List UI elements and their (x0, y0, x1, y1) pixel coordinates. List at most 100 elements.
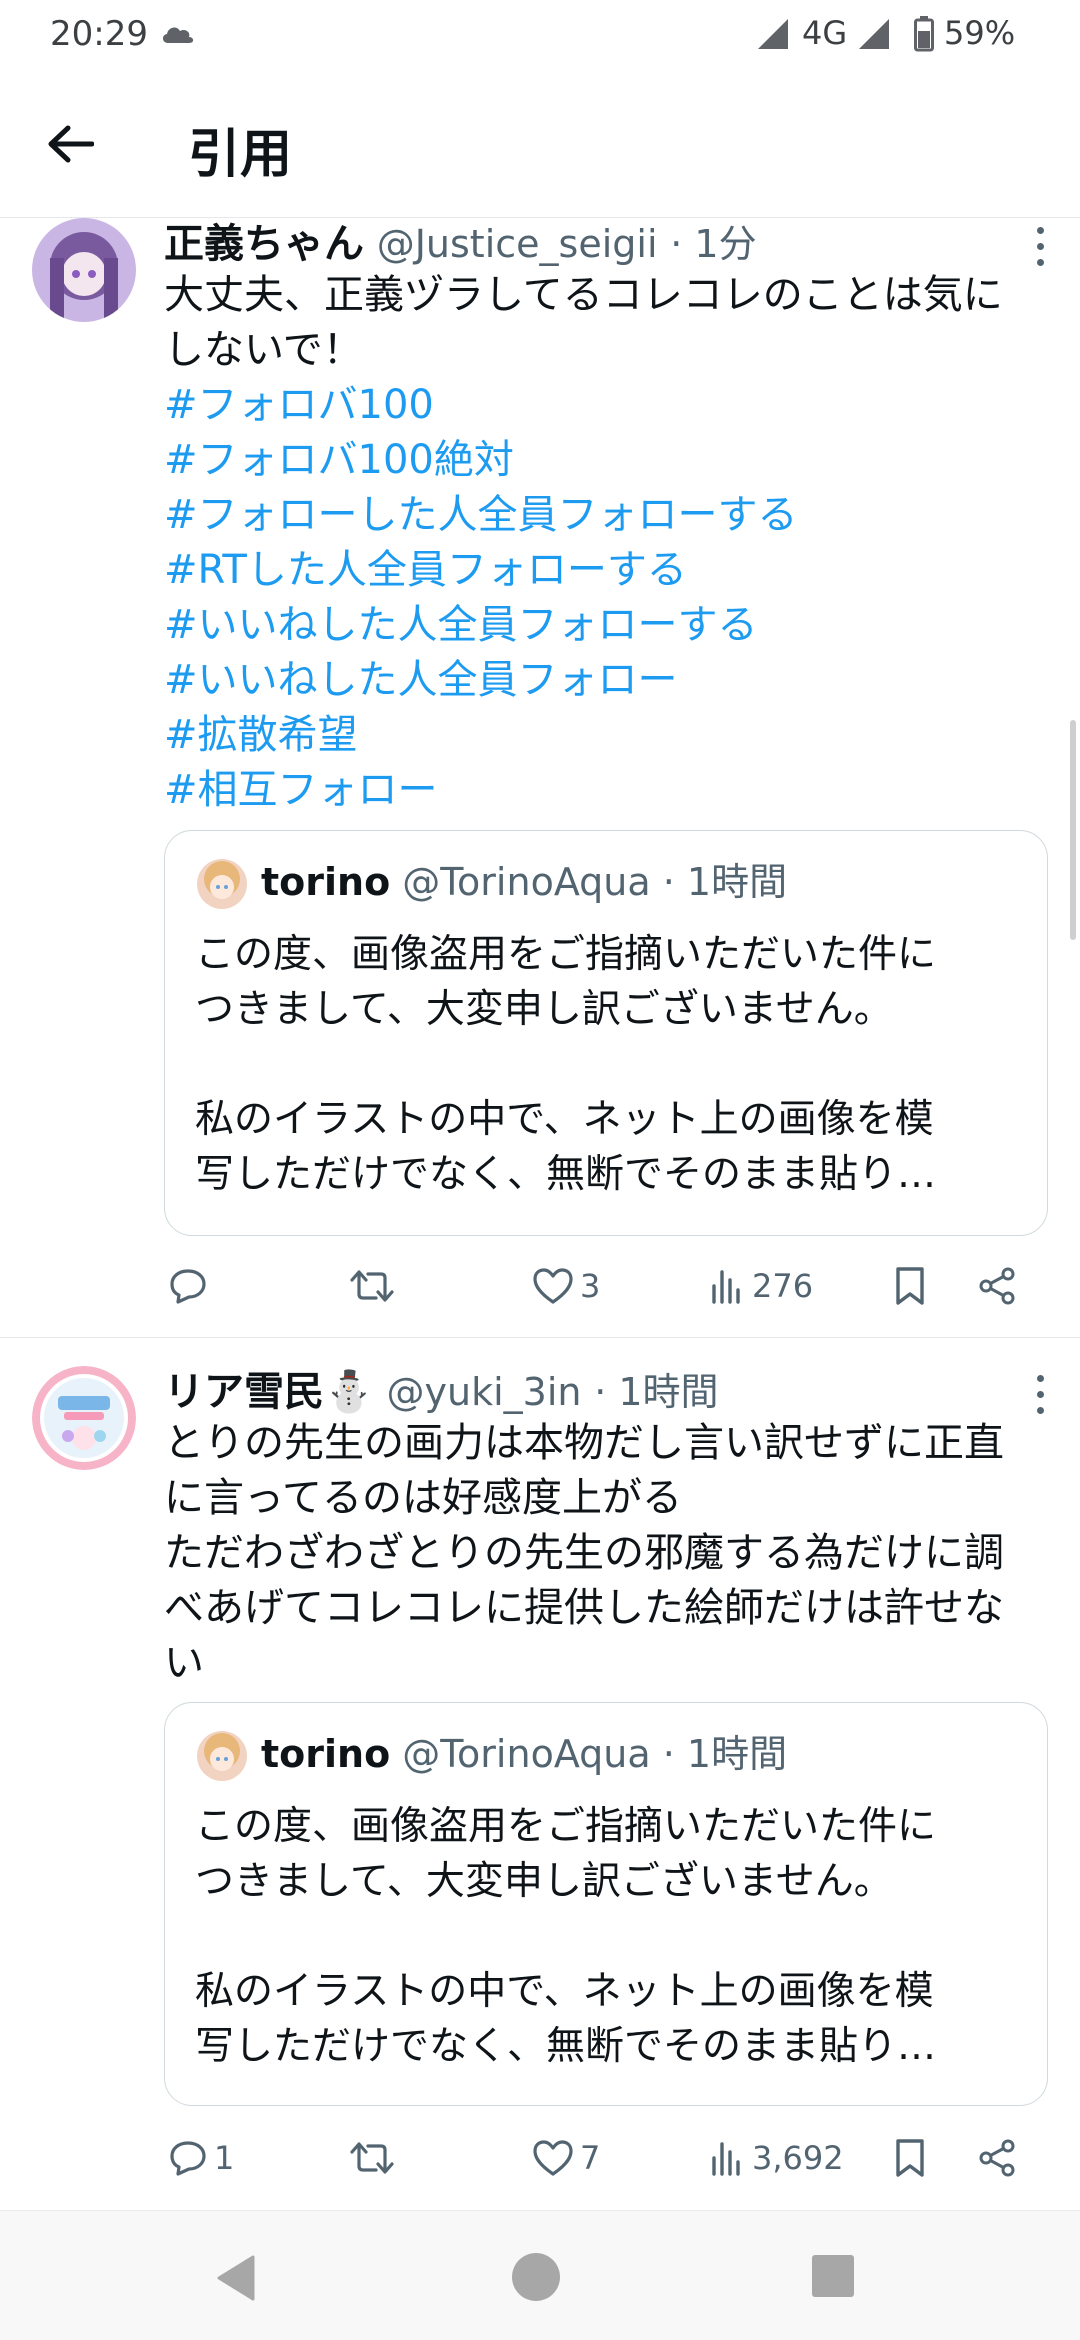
hashtag-link[interactable]: #いいねした人全員フォロー (164, 653, 1054, 708)
retweet-button[interactable] (348, 2128, 402, 2188)
quoted-tweet[interactable]: torino @TorinoAqua · 1時間 この度、画像盗用をご指摘いただ… (164, 830, 1048, 1236)
quoted-text-line: つきまして、大変申し訳ございません。 (195, 1859, 893, 1904)
bookmark-button[interactable] (892, 2128, 928, 2188)
cloud-icon (162, 27, 194, 43)
reply-icon (170, 1269, 206, 1304)
avatar-image (32, 1366, 136, 1470)
like-count: 3 (580, 1267, 601, 1305)
like-count: 7 (580, 2139, 601, 2177)
bookmark-icon (896, 1267, 924, 1305)
quoted-avatar-image (197, 859, 247, 909)
hashtag-link[interactable]: #フォローした人全員フォローする (164, 488, 1054, 543)
quoted-text-line: この度、画像盗用をご指摘いただいた件に (195, 1804, 937, 1849)
hashtag-link[interactable]: #相互フォロー (164, 763, 1054, 818)
reply-count: 1 (214, 2139, 235, 2177)
user-handle[interactable]: @Justice_seigii (377, 222, 658, 266)
text-line: 大丈夫、正義ヅラしてるコレコレのことは気に (164, 272, 1003, 318)
bookmark-button[interactable] (892, 1256, 928, 1316)
battery-percent: 59% (944, 14, 1016, 52)
network-type: 4G (802, 14, 848, 52)
retweet-icon (350, 2142, 394, 2174)
tweet-header: リア雪民⛄ @yuki_3in · 1時間 (164, 1366, 1020, 1418)
back-arrow-icon (48, 125, 94, 163)
signal-icon (859, 19, 889, 49)
more-options-button[interactable] (1028, 1370, 1052, 1418)
page-title: 引用 (188, 125, 293, 185)
quoted-header: torino @TorinoAqua · 1時間 (261, 1727, 787, 1781)
share-icon (979, 2139, 1015, 2177)
views-count: 276 (752, 1267, 814, 1305)
tweet-time: · 1分 (670, 222, 757, 266)
text-line: しないで！ (164, 327, 363, 373)
quoted-text-blank (195, 1909, 1025, 1964)
more-icon (1036, 226, 1044, 234)
tweet[interactable]: リア雪民⛄ @yuki_3in · 1時間 とりの先生の画力は本物だし言い訳せず… (0, 1338, 1080, 2210)
share-button[interactable] (978, 1256, 1018, 1316)
quoted-text-line: 私のイラストの中で、ネット上の画像を模 (195, 1969, 934, 2014)
text-line: に言ってるのは好感度上がる (164, 1475, 682, 1521)
nav-home-icon[interactable] (512, 2253, 560, 2301)
tweet-time: · 1時間 (594, 1370, 719, 1414)
quoted-handle: @TorinoAqua (402, 860, 651, 904)
text-line: い (164, 1640, 204, 1686)
quoted-text-line: つきまして、大変申し訳ございません。 (195, 987, 893, 1032)
reply-button[interactable] (168, 1256, 214, 1316)
quoted-tweet[interactable]: torino @TorinoAqua · 1時間 この度、画像盗用をご指摘いただ… (164, 1702, 1048, 2106)
quoted-header: torino @TorinoAqua · 1時間 (261, 855, 787, 909)
tweet-text: 大丈夫、正義ヅラしてるコレコレのことは気に しないで！ #フォロバ100 #フォ… (164, 268, 1054, 818)
scrollbar[interactable] (1070, 720, 1076, 940)
more-icon (1036, 1374, 1044, 1382)
quoted-display-name: torino (261, 1732, 391, 1776)
retweet-button[interactable] (348, 1256, 402, 1316)
nav-recents-icon[interactable] (812, 2255, 854, 2297)
text-line: べあげてコレコレに提供した絵師だけは許せな (164, 1585, 1004, 1631)
quoted-time: · 1時間 (662, 1732, 788, 1776)
display-name[interactable]: 正義ちゃん (164, 221, 364, 267)
share-icon (979, 1267, 1015, 1305)
quoted-text-blank (195, 1037, 1025, 1092)
hashtag-link[interactable]: #拡散希望 (164, 708, 1054, 763)
bookmark-icon (896, 2139, 924, 2177)
user-handle[interactable]: @yuki_3in (387, 1370, 582, 1414)
views-button[interactable]: 3,692 (710, 2128, 844, 2188)
back-button[interactable] (40, 116, 100, 172)
tweet-text: とりの先生の画力は本物だし言い訳せずに正直 に言ってるのは好感度上がる ただわざ… (164, 1416, 1054, 1691)
top-app-bar: 引用 (0, 70, 1080, 218)
text-line: ただわざわざとりの先生の邪魔する為だけに調 (164, 1530, 1004, 1576)
quoted-avatar (197, 1731, 247, 1781)
hashtag-link[interactable]: #RTした人全員フォローする (164, 543, 1054, 598)
hashtag-link[interactable]: #いいねした人全員フォローする (164, 598, 1054, 653)
battery-icon (914, 16, 934, 52)
tweet[interactable]: 正義ちゃん @Justice_seigii · 1分 大丈夫、正義ヅラしてるコレ… (0, 218, 1080, 1338)
quoted-text-line: 写しただけでなく、無断でそのまま貼り… (195, 1152, 937, 1197)
system-navigation-bar (0, 2210, 1080, 2340)
nav-back-icon[interactable] (215, 2255, 257, 2301)
display-name[interactable]: リア雪民⛄ (164, 1369, 374, 1415)
status-time: 20:29 (50, 14, 148, 54)
tweet-header: 正義ちゃん @Justice_seigii · 1分 (164, 218, 1020, 270)
share-button[interactable] (978, 2128, 1018, 2188)
quoted-text-line: 写しただけでなく、無断でそのまま貼り… (195, 2024, 937, 2069)
hashtag-link[interactable]: #フォロバ100 (164, 378, 1054, 433)
quoted-time: · 1時間 (662, 860, 788, 904)
quoted-avatar (197, 859, 247, 909)
reply-button[interactable]: 1 (168, 2128, 234, 2188)
tweet-actions: 3 276 (164, 1256, 1044, 1316)
retweet-icon (350, 1270, 394, 1302)
quoted-avatar-image (197, 1731, 247, 1781)
quoted-text: この度、画像盗用をご指摘いただいた件に つきまして、大変申し訳ございません。 私… (195, 1799, 1025, 2074)
quoted-display-name: torino (261, 860, 391, 904)
views-icon (712, 1270, 740, 1304)
avatar[interactable] (32, 218, 136, 322)
like-button[interactable]: 3 (532, 1256, 600, 1316)
views-button[interactable]: 276 (710, 1256, 813, 1316)
hashtag-link[interactable]: #フォロバ100絶対 (164, 433, 1054, 488)
more-options-button[interactable] (1028, 222, 1052, 270)
avatar-image (32, 218, 136, 322)
like-icon (533, 2140, 573, 2176)
signal-icon (758, 19, 788, 49)
like-button[interactable]: 7 (532, 2128, 600, 2188)
avatar[interactable] (32, 1366, 136, 1470)
tweet-actions: 1 7 3,692 (164, 2128, 1044, 2188)
views-icon (712, 2142, 740, 2176)
